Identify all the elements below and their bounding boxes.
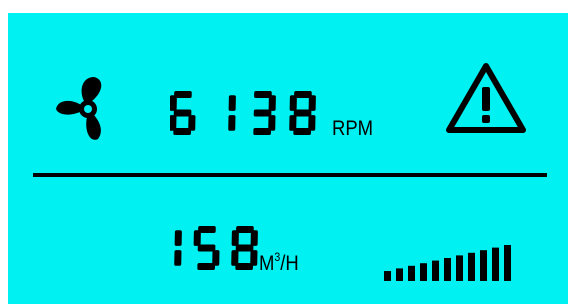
lcd-digit-5 (193, 226, 220, 270)
segment-e (231, 250, 239, 266)
warning-triangle-icon (446, 63, 526, 133)
segment-b (174, 230, 182, 246)
segment-b (268, 95, 276, 111)
flow-unit-label: M3/H (259, 251, 299, 276)
segment-c (188, 115, 196, 131)
lcd-digit-3 (253, 91, 276, 135)
lcd-display: RPM M3/H (8, 13, 568, 304)
segment-f (193, 230, 201, 246)
segment-g (173, 109, 192, 117)
flow-unit-base: M (259, 252, 275, 275)
lcd-digit-1 (174, 230, 182, 266)
segment-c (228, 115, 236, 131)
fan-icon (56, 77, 102, 140)
segment-g (293, 109, 312, 117)
segment-b (228, 95, 236, 111)
level-bar-indicator (384, 245, 511, 281)
lcd-digit-8 (231, 226, 258, 270)
segment-f (170, 95, 177, 111)
lcd-digit-8 (289, 91, 316, 135)
rpm-unit-label: RPM (332, 117, 374, 140)
level-bar (468, 252, 475, 281)
segment-b (250, 230, 258, 246)
divider-line (33, 173, 547, 177)
flow-value (174, 226, 258, 270)
segment-b (308, 95, 316, 111)
rpm-value (170, 91, 316, 135)
flow-unit-suffix: /H (280, 252, 299, 275)
level-bar (504, 245, 511, 281)
level-bar (432, 260, 439, 281)
segment-f (231, 230, 239, 246)
segment-e (289, 115, 297, 131)
segment-g (197, 244, 216, 252)
lcd-digit-6 (170, 91, 196, 135)
level-bar (492, 247, 499, 281)
segment-g (235, 244, 254, 252)
level-bar (444, 258, 451, 281)
level-bar (408, 265, 415, 281)
segment-c (174, 250, 182, 266)
segment-g (253, 109, 272, 117)
segment-d (253, 128, 272, 135)
level-bar (420, 263, 427, 281)
level-bar (456, 255, 463, 281)
level-bar (396, 268, 403, 281)
segment-d (197, 263, 216, 270)
level-bar (480, 250, 487, 281)
level-bar (384, 271, 391, 281)
lcd-digit-1 (228, 95, 236, 131)
segment-f (289, 95, 297, 111)
